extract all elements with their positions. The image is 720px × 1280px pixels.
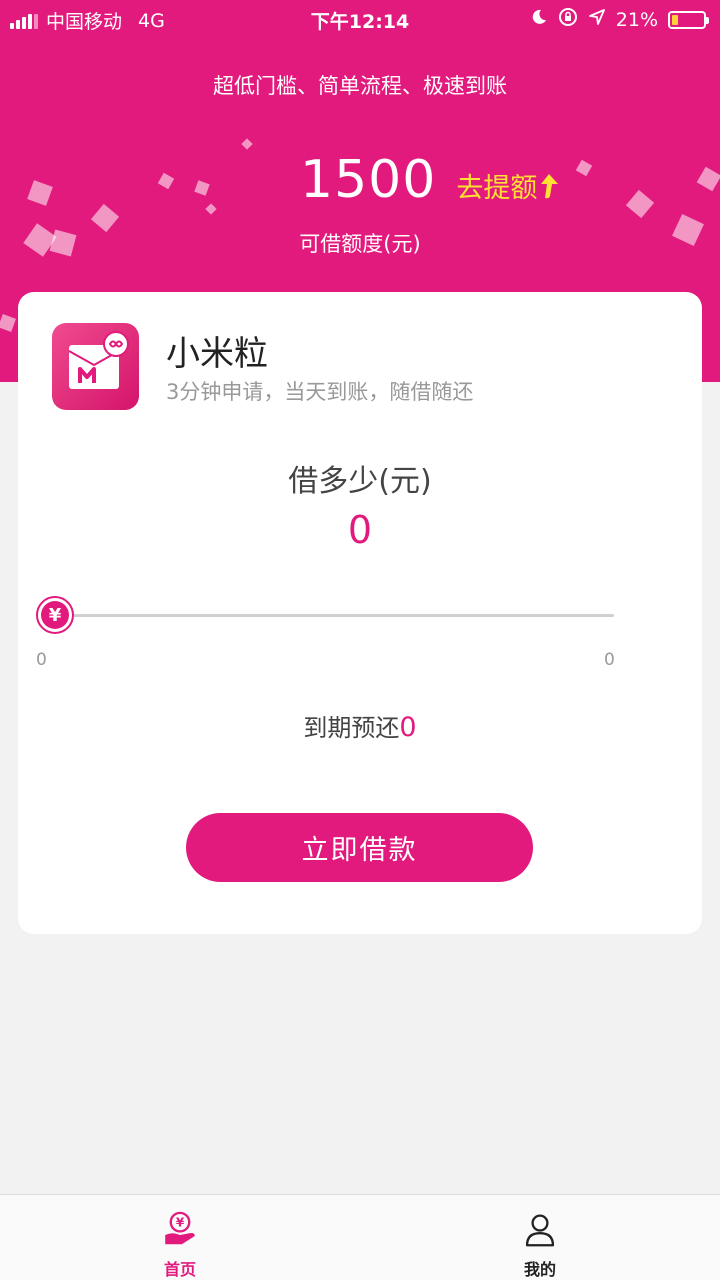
battery-percent: 21% [615,8,658,31]
borrow-now-button[interactable]: 立即借款 [186,813,533,882]
amount-slider-thumb[interactable]: ¥ [36,596,74,634]
nav-label-mine: 我的 [523,1260,556,1279]
status-bar: 中国移动 4G 下午12:14 21% [0,0,720,38]
amount-slider-track[interactable] [55,614,614,617]
product-description: 3分钟申请，当天到账，随借随还 [166,380,474,404]
slider-min-label: 0 [36,650,47,670]
raise-limit-link[interactable]: 去提额 [456,166,559,205]
nav-item-home[interactable]: ¥ 首页 [0,1195,360,1280]
confetti-decoration [0,314,16,332]
yen-icon: ¥ [41,601,69,629]
due-value: 0 [399,712,417,743]
credit-amount: 1500 [300,150,437,210]
loan-amount-value: 0 [347,508,373,552]
nav-item-mine[interactable]: 我的 [360,1195,720,1280]
status-right: 21% [530,7,709,32]
due-repayment-row: 到期预还0 [18,708,702,743]
loan-card: 小米粒 3分钟申请，当天到账，随借随还 借多少(元) 0 ¥ 0 0 到期预还0… [18,292,702,934]
slider-max-label: 0 [604,650,615,670]
moon-icon [530,8,548,31]
hand-yen-icon: ¥ [165,1211,195,1245]
confetti-decoration [625,189,655,219]
battery-icon [668,10,709,29]
confetti-decoration [241,138,253,150]
due-label: 到期预还 [303,714,400,742]
svg-text:¥: ¥ [176,1216,185,1230]
credit-limit-row: 1500 去提额 [300,150,559,210]
confetti-decoration [696,166,720,192]
battery-fill [672,14,679,25]
confetti-decoration [27,180,53,206]
location-icon [588,8,606,31]
tagline: 超低门槛、简单流程、极速到账 [213,74,507,98]
confetti-decoration [157,172,175,190]
loan-amount-label: 借多少(元) [288,464,432,499]
rotation-lock-icon [558,7,578,32]
nav-label-home: 首页 [163,1260,196,1279]
bottom-nav: ¥ 首页 我的 [0,1194,720,1280]
product-name: 小米粒 [166,334,268,374]
person-icon [525,1214,555,1247]
arrow-up-icon [541,173,559,198]
credit-limit-label: 可借额度(元) [299,232,421,256]
envelope-m-icon [52,323,139,410]
confetti-decoration [575,159,593,177]
raise-limit-label: 去提额 [456,173,538,204]
confetti-decoration [194,180,210,196]
confetti-decoration [205,203,217,215]
